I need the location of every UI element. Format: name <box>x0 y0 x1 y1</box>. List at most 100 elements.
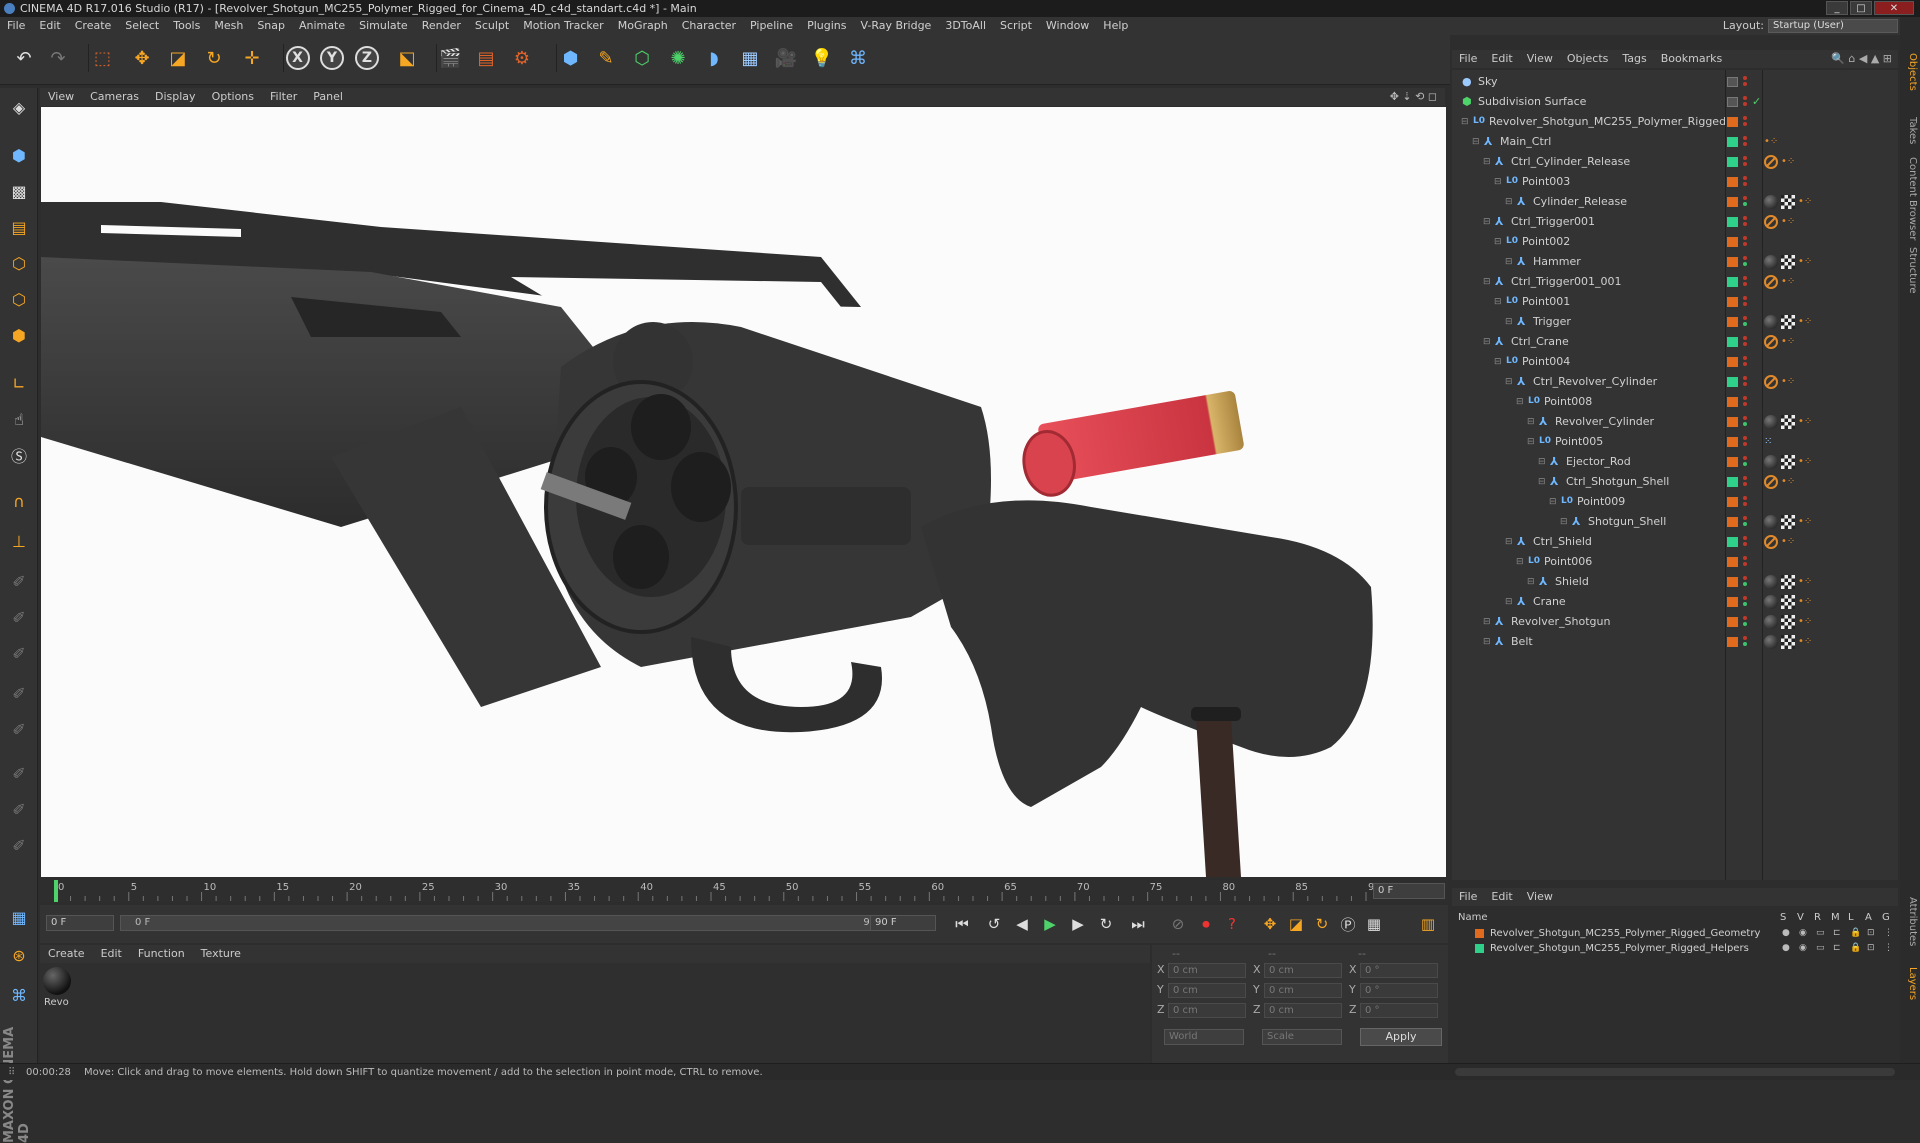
tree-expand-icon[interactable]: ⊟ <box>1494 292 1502 312</box>
layer-color-swatch[interactable] <box>1727 437 1738 447</box>
tree-expand-icon[interactable]: ⊟ <box>1527 572 1535 592</box>
object-row[interactable]: ⊟ ⅄ Ctrl_Revolver_Cylinder •⁘ <box>1452 372 1898 392</box>
layer-color-swatch[interactable] <box>1727 637 1738 647</box>
material-swatch[interactable] <box>43 967 71 995</box>
snapping-icon[interactable]: Ⓢ <box>4 440 34 470</box>
maximize-button[interactable]: □ <box>1850 1 1872 15</box>
play-icon[interactable]: ▶ <box>1038 913 1062 935</box>
object-name[interactable]: Hammer <box>1533 252 1581 272</box>
menu-motion-tracker[interactable]: Motion Tracker <box>516 17 610 35</box>
menu-pipeline[interactable]: Pipeline <box>743 17 800 35</box>
editor-visibility-dot[interactable] <box>1743 116 1747 120</box>
object-name[interactable]: Point002 <box>1522 232 1570 252</box>
menu-render[interactable]: Render <box>415 17 468 35</box>
ik-tag-icon[interactable]: •⁘ <box>1798 635 1812 649</box>
visibility-dots[interactable] <box>1743 214 1749 230</box>
menu-3dtoall[interactable]: 3DToAll <box>938 17 993 35</box>
menu-script[interactable]: Script <box>993 17 1039 35</box>
render-visibility-dot[interactable] <box>1743 262 1747 266</box>
render-visibility-dot[interactable] <box>1743 322 1747 326</box>
coordinate-system-icon[interactable]: ⬕ <box>393 44 421 72</box>
python-icon[interactable]: ⌘ <box>844 44 872 72</box>
object-name[interactable]: Ctrl_Trigger001_001 <box>1511 272 1622 292</box>
viewport-menu-filter[interactable]: Filter <box>262 88 305 106</box>
object-row[interactable]: ⊟ ⅄ Revolver_Cylinder •⁘ <box>1452 412 1898 432</box>
visibility-dots[interactable] <box>1743 554 1749 570</box>
object-row[interactable]: ⊟ ⅄ Cylinder_Release •⁘ <box>1452 192 1898 212</box>
object-name[interactable]: Revolver_Cylinder <box>1555 412 1654 432</box>
object-row[interactable]: ⊟ ⅄ Shield •⁘ <box>1452 572 1898 592</box>
editor-visibility-dot[interactable] <box>1743 576 1747 580</box>
ik-tag-icon[interactable]: •⁘ <box>1781 275 1795 289</box>
visibility-dots[interactable] <box>1743 474 1749 490</box>
spline-pen-icon[interactable]: ✎ <box>592 44 620 72</box>
object-row[interactable]: ● Sky <box>1452 72 1898 92</box>
menu-mesh[interactable]: Mesh <box>207 17 250 35</box>
deformer-icon[interactable]: ◗ <box>700 44 728 72</box>
layer-color-swatch[interactable] <box>1727 117 1738 127</box>
layer-color-swatch[interactable] <box>1727 197 1738 207</box>
python-console-icon[interactable]: ⌘ <box>4 980 34 1010</box>
tree-expand-icon[interactable]: ⊟ <box>1483 152 1491 172</box>
start-frame-field[interactable]: 0 F <box>46 915 114 931</box>
menu-file[interactable]: File <box>0 17 32 35</box>
layer-color-swatch[interactable] <box>1727 257 1738 267</box>
layer-color-swatch[interactable] <box>1727 277 1738 287</box>
object-row[interactable]: ⊟ ⅄ Hammer •⁘ <box>1452 252 1898 272</box>
tab-attributes[interactable]: Attributes <box>1902 897 1918 946</box>
tab-content-browser[interactable]: Content Browser <box>1902 157 1918 240</box>
position-x-field[interactable]: 0 cm <box>1168 963 1246 978</box>
render-icon[interactable]: ▭ <box>1816 926 1825 941</box>
editor-visibility-dot[interactable] <box>1743 416 1747 420</box>
editor-visibility-dot[interactable] <box>1743 156 1747 160</box>
points-mode-icon[interactable]: ⬡ <box>4 248 34 278</box>
magnet-icon[interactable]: ∩ <box>4 486 34 516</box>
editor-visibility-dot[interactable] <box>1743 456 1747 460</box>
visibility-dots[interactable] <box>1743 514 1749 530</box>
tree-expand-icon[interactable]: ⊟ <box>1538 472 1546 492</box>
tree-expand-icon[interactable]: ⊟ <box>1549 492 1557 512</box>
timeline-window-icon[interactable]: ▥ <box>1416 913 1440 935</box>
editor-visibility-dot[interactable] <box>1743 436 1747 440</box>
editor-visibility-dot[interactable] <box>1743 256 1747 260</box>
visible-icon[interactable]: ◉ <box>1799 941 1807 956</box>
object-row[interactable]: ⊟ L0 Point004 <box>1452 352 1898 372</box>
sculpt-tool-icon[interactable]: ✐ <box>4 830 34 860</box>
visibility-dots[interactable] <box>1743 494 1749 510</box>
material-tag-icon[interactable] <box>1764 575 1778 589</box>
ik-tag-icon[interactable]: •⁘ <box>1781 535 1795 549</box>
ik-tag-icon[interactable]: •⁘ <box>1798 595 1812 609</box>
generator-icon[interactable]: ⋮ <box>1884 941 1893 956</box>
model-mode-icon[interactable]: ⬢ <box>4 140 34 170</box>
floor-scene-icon[interactable]: ▦ <box>736 44 764 72</box>
object-row[interactable]: ⊟ ⅄ Ctrl_Shotgun_Shell •⁘ <box>1452 472 1898 492</box>
layer-color-swatch[interactable] <box>1727 557 1738 567</box>
material-tag-icon[interactable] <box>1764 415 1778 429</box>
axis-mode-icon[interactable]: ∟ <box>4 368 34 398</box>
ik-tag-icon[interactable]: •⁘ <box>1798 455 1812 469</box>
editor-visibility-dot[interactable] <box>1743 76 1747 80</box>
rotation-y-field[interactable]: 0 ° <box>1360 983 1438 998</box>
object-name[interactable]: Point001 <box>1522 292 1570 312</box>
tree-expand-icon[interactable]: ⊟ <box>1483 332 1491 352</box>
generator-icon[interactable]: ⋮ <box>1884 926 1893 941</box>
constraint-tag-icon[interactable]: ⁙ <box>1764 435 1778 449</box>
transform-icon[interactable]: ✛ <box>238 44 266 72</box>
render-visibility-dot[interactable] <box>1743 222 1747 226</box>
object-name[interactable]: Ctrl_Cylinder_Release <box>1511 152 1630 172</box>
size-y-field[interactable]: 0 cm <box>1264 983 1342 998</box>
layer-name[interactable]: Revolver_Shotgun_MC255_Polymer_Rigged_He… <box>1490 941 1749 956</box>
texture-mode-icon[interactable]: ▩ <box>4 176 34 206</box>
object-row[interactable]: ⊟ L0 Point002 <box>1452 232 1898 252</box>
rotation-z-field[interactable]: 0 ° <box>1360 1003 1438 1018</box>
y-axis-lock-icon[interactable]: Y <box>320 46 344 70</box>
viewport-menu-panel[interactable]: Panel <box>305 88 351 106</box>
protection-tag-icon[interactable] <box>1764 375 1778 389</box>
tree-expand-icon[interactable]: ⊟ <box>1516 552 1524 572</box>
manager-icon[interactable]: ⊏ <box>1833 941 1841 956</box>
protection-tag-icon[interactable] <box>1764 155 1778 169</box>
texture-tag-icon[interactable] <box>1781 515 1795 529</box>
object-name[interactable]: Point006 <box>1544 552 1592 572</box>
visibility-dots[interactable] <box>1743 534 1749 550</box>
visibility-dots[interactable] <box>1743 434 1749 450</box>
